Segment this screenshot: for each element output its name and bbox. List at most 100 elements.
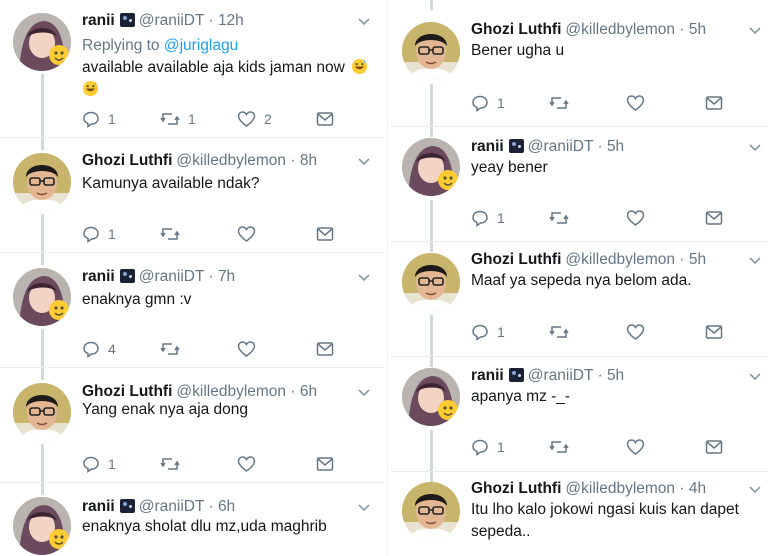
reply-button[interactable]: 1 xyxy=(471,92,505,114)
timestamp[interactable]: 5h xyxy=(607,138,624,155)
chevron-down-icon[interactable] xyxy=(748,256,762,266)
like-button[interactable] xyxy=(626,321,653,343)
display-name[interactable]: ranii xyxy=(82,498,115,515)
chevron-down-icon[interactable] xyxy=(357,388,371,398)
timestamp[interactable]: 6h xyxy=(300,383,317,400)
handle[interactable]: @killedbylemon xyxy=(565,21,675,38)
chevron-down-icon[interactable] xyxy=(748,26,762,36)
retweet-button[interactable] xyxy=(160,453,188,475)
handle[interactable]: @raniiDT xyxy=(528,138,593,155)
reply-button[interactable]: 1 xyxy=(82,453,116,475)
reply-to-link[interactable]: @juriglagu xyxy=(164,37,238,54)
tweet-text: enaknya gmn :v xyxy=(82,291,192,308)
like-button[interactable] xyxy=(237,223,264,245)
avatar[interactable] xyxy=(402,253,460,311)
chevron-down-icon[interactable] xyxy=(357,503,371,513)
reply-button[interactable]: 1 xyxy=(82,108,116,130)
retweet-button[interactable] xyxy=(549,207,577,229)
retweet-button[interactable] xyxy=(160,223,188,245)
handle[interactable]: @killedbylemon xyxy=(565,251,675,268)
timestamp[interactable]: 4h xyxy=(689,480,706,497)
display-name[interactable]: Ghozi Luthfi xyxy=(471,251,561,268)
display-name[interactable]: Ghozi Luthfi xyxy=(82,152,172,169)
like-button[interactable] xyxy=(237,338,264,360)
retweet-button[interactable] xyxy=(549,321,577,343)
tweet[interactable]: ranii @raniiDT · 5h yeay bener 1 xyxy=(391,127,768,242)
timestamp[interactable]: 6h xyxy=(218,498,235,515)
avatar[interactable] xyxy=(13,268,71,326)
tweet[interactable]: Ghozi Luthfi @killedbylemon · 5h Bener ug… xyxy=(391,0,768,127)
direct-message-button[interactable] xyxy=(316,338,334,360)
display-name[interactable]: ranii xyxy=(82,268,115,285)
display-name[interactable]: ranii xyxy=(82,12,115,29)
tweet[interactable]: Ghozi Luthfi @killedbylemon · 5h Maaf ya … xyxy=(391,242,768,357)
timestamp[interactable]: 5h xyxy=(689,251,706,268)
avatar[interactable] xyxy=(13,497,71,555)
timestamp[interactable]: 5h xyxy=(607,367,624,384)
tweet[interactable]: Ghozi Luthfi @killedbylemon · 6h Yang ena… xyxy=(0,368,384,483)
handle[interactable]: @killedbylemon xyxy=(176,383,286,400)
timestamp[interactable]: 5h xyxy=(689,21,706,38)
tweet[interactable]: ranii @raniiDT · 12h Replying to @jurigla… xyxy=(0,0,384,138)
handle[interactable]: @killedbylemon xyxy=(176,152,286,169)
display-name[interactable]: Ghozi Luthfi xyxy=(471,480,561,497)
tweet[interactable]: Ghozi Luthfi @killedbylemon · 4h Itu lho … xyxy=(391,472,768,556)
chevron-down-icon[interactable] xyxy=(748,372,762,382)
like-button[interactable] xyxy=(626,207,653,229)
chevron-down-icon[interactable] xyxy=(357,157,371,167)
display-name[interactable]: ranii xyxy=(471,367,504,384)
direct-message-button[interactable] xyxy=(705,436,723,458)
reply-button[interactable]: 1 xyxy=(82,223,116,245)
reply-button[interactable]: 1 xyxy=(471,321,505,343)
direct-message-button[interactable] xyxy=(705,92,723,114)
tweet-text: apanya mz -_- xyxy=(471,388,571,405)
reply-button[interactable]: 1 xyxy=(471,207,505,229)
chevron-down-icon[interactable] xyxy=(748,143,762,153)
handle[interactable]: @raniiDT xyxy=(139,12,204,29)
display-name[interactable]: Ghozi Luthfi xyxy=(82,383,172,400)
avatar[interactable] xyxy=(13,153,71,211)
retweet-button[interactable] xyxy=(549,92,577,114)
retweet-button[interactable]: 1 xyxy=(160,108,196,130)
reply-count: 1 xyxy=(108,111,116,127)
handle[interactable]: @killedbylemon xyxy=(565,480,675,497)
timestamp[interactable]: 7h xyxy=(218,268,235,285)
handle[interactable]: @raniiDT xyxy=(139,268,204,285)
reply-button[interactable]: 1 xyxy=(471,436,505,458)
retweet-button[interactable] xyxy=(160,338,188,360)
like-button[interactable] xyxy=(626,436,653,458)
tweet[interactable]: ranii @raniiDT · 6h enaknya sholat dlu mz… xyxy=(0,483,384,556)
direct-message-button[interactable] xyxy=(705,207,723,229)
avatar[interactable] xyxy=(402,482,460,540)
reply-button[interactable]: 4 xyxy=(82,338,116,360)
handle[interactable]: @raniiDT xyxy=(528,367,593,384)
chevron-down-icon[interactable] xyxy=(357,273,371,283)
chevron-down-icon[interactable] xyxy=(748,485,762,495)
tweet[interactable]: ranii @raniiDT · 5h apanya mz -_- 1 xyxy=(391,357,768,472)
direct-message-button[interactable] xyxy=(316,108,334,130)
avatar[interactable] xyxy=(402,22,460,80)
tweet[interactable]: Ghozi Luthfi @killedbylemon · 8h Kamunya … xyxy=(0,138,384,253)
tweet[interactable]: ranii @raniiDT · 7h enaknya gmn :v 4 xyxy=(0,253,384,368)
like-button[interactable] xyxy=(626,92,653,114)
retweet-button[interactable] xyxy=(549,436,577,458)
direct-message-button[interactable] xyxy=(316,223,334,245)
avatar[interactable] xyxy=(13,383,71,441)
direct-message-button[interactable] xyxy=(316,453,334,475)
name-emoji-icon xyxy=(119,499,135,513)
tweet-text: Maaf ya sepeda nya belom ada. xyxy=(471,272,692,289)
like-button[interactable]: 2 xyxy=(237,108,272,130)
avatar[interactable] xyxy=(13,13,71,71)
direct-message-button[interactable] xyxy=(705,321,723,343)
timestamp[interactable]: 12h xyxy=(218,12,244,29)
like-button[interactable] xyxy=(237,453,264,475)
avatar[interactable] xyxy=(402,368,460,426)
timestamp[interactable]: 8h xyxy=(300,152,317,169)
avatar[interactable] xyxy=(402,138,460,196)
reply-count: 1 xyxy=(497,210,505,226)
display-name[interactable]: Ghozi Luthfi xyxy=(471,21,561,38)
chevron-down-icon[interactable] xyxy=(357,17,371,27)
display-name[interactable]: ranii xyxy=(471,138,504,155)
handle[interactable]: @raniiDT xyxy=(139,498,204,515)
reply-icon xyxy=(83,226,99,243)
